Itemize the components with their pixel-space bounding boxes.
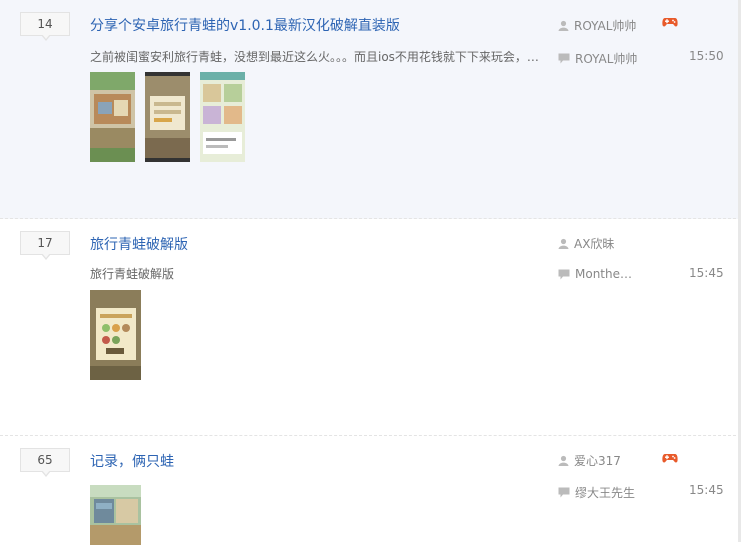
reply-count-badge: 65 [20,448,70,477]
last-reply-time: 15:50 [689,49,724,63]
thread-thumbnails [90,485,141,545]
thread-abstract: 旅行青蛙破解版 [90,267,175,281]
last-reply-time: 15:45 [689,266,724,280]
user-icon [558,455,569,466]
user-icon [558,238,569,249]
thumbnail-image[interactable] [90,485,141,545]
reply-count-badge: 17 [20,231,70,260]
author-name: AX欣昧 [574,237,615,251]
reply-bubble-icon [558,269,570,280]
thread-title-link[interactable]: 分享个安卓旅行青蛙的v1.0.1最新汉化破解直装版 [90,15,400,35]
reply-count-badge: 14 [20,12,70,41]
last-reply-time: 15:45 [689,483,724,497]
author-name: ROYAL帅帅 [574,19,637,33]
thumbnail-image[interactable] [145,72,190,162]
game-controller-icon [662,16,678,31]
thumbnail-image[interactable] [90,290,141,380]
reply-user-name: Monther… [575,267,635,281]
thread-thumbnails [90,72,245,162]
last-reply-user[interactable]: ROYAL帅帅 [558,50,637,67]
reply-user-name: 缪大王先生 [575,486,636,500]
last-reply-user[interactable]: Monther… [558,267,635,281]
thread-author[interactable]: 爱心317 [558,452,621,469]
thread-item[interactable]: 65 记录，俩只蛙 爱心317 缪大王先生 15:45 [0,436,741,556]
thread-title-link[interactable]: 旅行青蛙破解版 [90,234,188,254]
thread-abstract: 之前被闺蜜安利旅行青蛙，没想到最近这么火。。。而且ios不用花钱就下下来玩会，… [90,50,539,64]
thread-item[interactable]: 17 旅行青蛙破解版 旅行青蛙破解版 AX欣昧 Monther… 15:45 [0,219,741,436]
thread-author[interactable]: AX欣昧 [558,235,614,252]
reply-bubble-icon [558,53,570,64]
user-icon [558,20,569,31]
author-name: 爱心317 [574,454,621,468]
reply-bubble-icon [558,487,570,498]
thread-thumbnails [90,290,141,380]
thumbnail-image[interactable] [90,72,135,162]
thread-author[interactable]: ROYAL帅帅 [558,17,636,34]
reply-user-name: ROYAL帅帅 [575,52,638,66]
game-controller-icon [662,452,678,467]
last-reply-user[interactable]: 缪大王先生 [558,484,635,501]
thumbnail-image[interactable] [200,72,245,162]
thread-title-link[interactable]: 记录，俩只蛙 [90,451,174,471]
thread-item[interactable]: 14 分享个安卓旅行青蛙的v1.0.1最新汉化破解直装版 之前被闺蜜安利旅行青蛙… [0,0,741,219]
